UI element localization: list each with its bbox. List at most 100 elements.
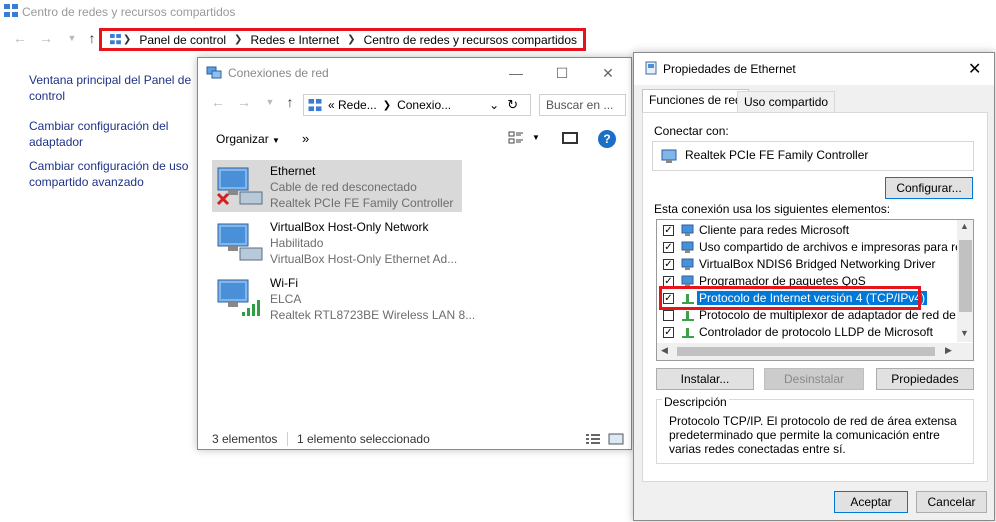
chevron-up-icon[interactable]: ▲	[960, 221, 969, 231]
connection-name: Ethernet	[270, 164, 316, 178]
checkbox[interactable]	[663, 310, 674, 321]
chevron-down-icon: ▼	[272, 136, 280, 145]
background-title-bar: Centro de redes y recursos compartidos	[0, 0, 996, 24]
item-count: 3 elementos	[212, 432, 278, 446]
network-center-icon	[4, 4, 18, 17]
scrollbar-thumb[interactable]	[677, 347, 935, 356]
minimize-icon[interactable]: —	[493, 58, 539, 88]
recent-chevron-icon[interactable]: ▼	[62, 28, 82, 48]
list-item[interactable]: ✓ VirtualBox NDIS6 Bridged Networking Dr…	[663, 256, 959, 273]
checkbox[interactable]: ✓	[663, 259, 674, 270]
protocol-icon	[682, 328, 694, 338]
list-item[interactable]: ✓ Uso compartido de archivos e impresora…	[663, 239, 973, 256]
connect-with-label: Conectar con:	[654, 124, 729, 138]
list-item[interactable]: Wi-Fi ELCA Realtek RTL8723BE Wireless LA…	[212, 272, 475, 324]
checkbox[interactable]: ✓	[663, 225, 674, 236]
chevron-right-icon: ❯	[234, 34, 243, 45]
network-adapter-icon	[661, 149, 677, 163]
connection-name: Wi-Fi	[270, 276, 298, 290]
back-arrow-icon[interactable]: ←	[10, 28, 30, 48]
window-title: Conexiones de red	[228, 66, 329, 80]
chevron-down-icon[interactable]: ⌄	[489, 98, 499, 112]
maximize-icon[interactable]: ☐	[539, 58, 585, 88]
sidebar-link-adapter-settings[interactable]: Cambiar configuración del adaptador	[29, 118, 197, 150]
list-item[interactable]: ✓ Controlador de protocolo LLDP de Micro…	[663, 324, 959, 341]
dialog-title: Propiedades de Ethernet	[663, 62, 796, 76]
highlight-annotation	[659, 286, 921, 310]
checkbox[interactable]: ✓	[663, 242, 674, 253]
up-arrow-icon[interactable]: ↑	[280, 92, 300, 112]
list-item[interactable]: ✓ Cliente para redes Microsoft	[663, 222, 959, 239]
cancel-button[interactable]: Cancelar	[916, 491, 987, 513]
client-icon	[681, 224, 694, 236]
chevron-right-icon[interactable]: ▶	[945, 345, 952, 356]
scrollbar-thumb[interactable]	[959, 240, 972, 312]
address-input[interactable]: « Rede... ❯ Conexio... ⌄ ↻	[303, 94, 531, 116]
help-icon[interactable]: ?	[598, 130, 616, 148]
back-arrow-icon[interactable]: ←	[208, 92, 228, 112]
chevron-left-icon[interactable]: ◀	[661, 345, 668, 356]
toolbar: Organizar ▼ » ▼ ?	[198, 124, 631, 152]
service-icon	[681, 241, 694, 253]
search-input[interactable]: Buscar en ...	[539, 94, 626, 116]
connection-device: VirtualBox Host-Only Ethernet Ad...	[270, 252, 458, 266]
description-text: Protocolo TCP/IP. El protocolo de red de…	[669, 414, 957, 456]
breadcrumb-item[interactable]: Redes e Internet	[250, 33, 339, 47]
connection-status: ELCA	[270, 292, 302, 306]
selection-count: 1 elemento seleccionado	[297, 432, 430, 446]
tab-sharing[interactable]: Uso compartido	[737, 91, 836, 113]
sidebar-link-control-panel-home[interactable]: Ventana principal del Panel de control	[29, 72, 197, 104]
list-item[interactable]: VirtualBox Host-Only Network Habilitado …	[212, 216, 462, 268]
configure-button[interactable]: Configurar...	[885, 177, 973, 199]
install-button[interactable]: Instalar...	[656, 368, 754, 390]
adapter-box: Realtek PCIe FE Family Controller	[652, 141, 974, 171]
breadcrumb-item[interactable]: Panel de control	[139, 33, 226, 47]
uninstall-button[interactable]: Desinstalar	[764, 368, 864, 390]
chevron-right-icon: ❯	[122, 34, 132, 45]
details-view-icon[interactable]	[585, 433, 601, 445]
connection-name: VirtualBox Host-Only Network	[270, 220, 429, 234]
background-window-title: Centro de redes y recursos compartidos	[22, 5, 236, 19]
breadcrumb-item[interactable]: Centro de redes y recursos compartidos	[364, 33, 577, 47]
close-icon[interactable]: ✕	[585, 58, 631, 88]
large-icons-view-icon[interactable]	[608, 433, 624, 445]
connection-device: Realtek RTL8723BE Wireless LAN 8...	[270, 308, 476, 322]
sidebar: Ventana principal del Panel de control C…	[29, 72, 197, 198]
wifi-adapter-icon	[217, 279, 260, 316]
checkbox[interactable]: ✓	[663, 327, 674, 338]
connection-status: Habilitado	[270, 236, 324, 250]
close-icon[interactable]: ✕	[968, 59, 981, 79]
recent-chevron-icon[interactable]: ▼	[260, 92, 280, 112]
chevron-down-icon[interactable]: ▼	[960, 328, 969, 338]
status-bar: 3 elementos 1 elemento seleccionado	[198, 430, 631, 450]
control-panel-icon	[110, 34, 121, 45]
preview-pane-icon[interactable]	[562, 132, 578, 144]
change-view-icon[interactable]	[508, 130, 526, 146]
elements-label: Esta conexión usa los siguientes element…	[654, 202, 891, 216]
network-connections-icon	[206, 66, 222, 79]
protocol-icon	[682, 311, 694, 321]
adapter-name: Realtek PCIe FE Family Controller	[685, 148, 869, 162]
description-title: Descripción	[662, 395, 729, 409]
more-commands-button[interactable]: »	[302, 131, 309, 146]
network-connections-window: Conexiones de red — ☐ ✕ ← → ▼ ↑ « Rede..…	[197, 57, 632, 450]
properties-button[interactable]: Propiedades	[876, 368, 974, 390]
list-item[interactable]: Ethernet Cable de red desconectado Realt…	[212, 160, 462, 212]
chevron-down-icon[interactable]: ▼	[532, 133, 540, 142]
breadcrumb[interactable]: ❯ Panel de control ❯ Redes e Internet ❯ …	[99, 28, 586, 51]
virtual-adapter-icon	[217, 223, 263, 261]
chevron-right-icon: ❯	[347, 34, 356, 45]
service-icon	[681, 258, 694, 270]
forward-arrow-icon[interactable]: →	[234, 92, 254, 112]
connection-status: Cable de red desconectado	[270, 180, 417, 194]
ethernet-adapter-icon	[216, 167, 263, 206]
forward-arrow-icon[interactable]: →	[36, 28, 56, 48]
accept-button[interactable]: Aceptar	[834, 491, 908, 513]
tab-network-functions[interactable]: Funciones de red	[642, 89, 749, 113]
title-bar: Propiedades de Ethernet ✕	[634, 53, 994, 85]
address-segment[interactable]: « Rede...	[328, 98, 377, 112]
address-segment[interactable]: Conexio...	[397, 98, 451, 112]
organize-button[interactable]: Organizar ▼	[216, 132, 280, 146]
sidebar-link-advanced-sharing[interactable]: Cambiar configuración de uso compartido …	[29, 158, 197, 190]
refresh-icon[interactable]: ↻	[507, 97, 518, 113]
